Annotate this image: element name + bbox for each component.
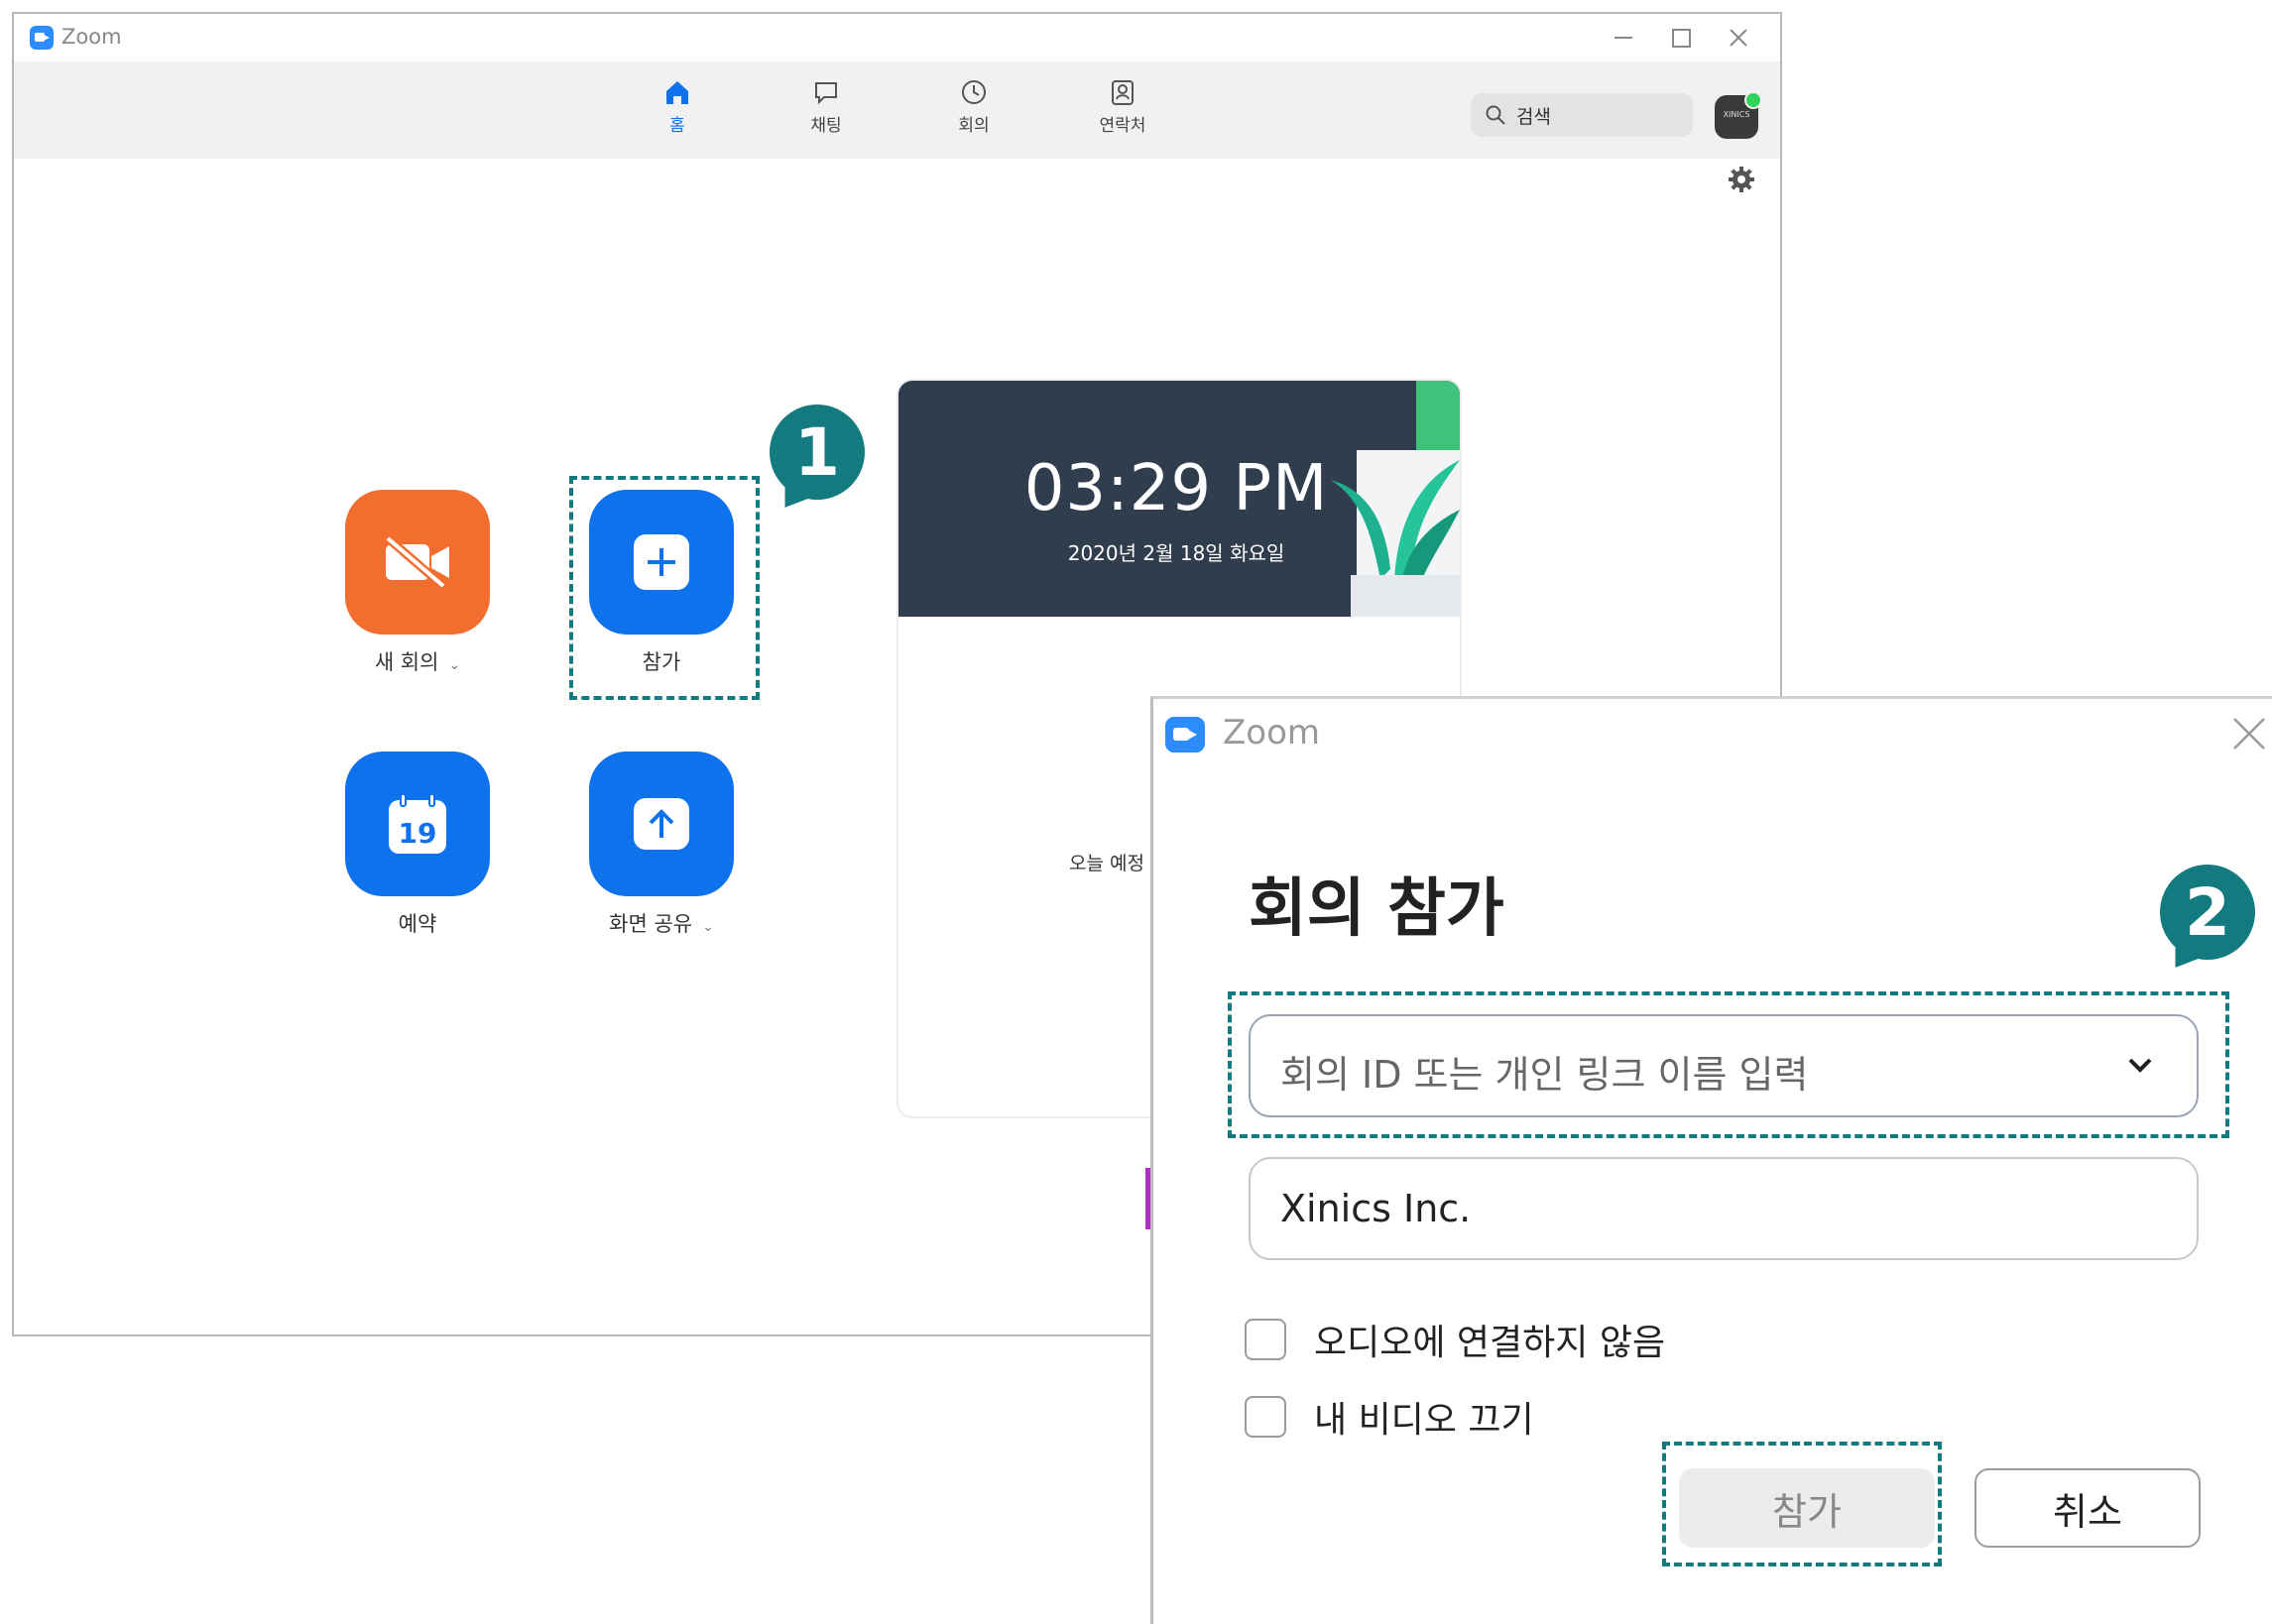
today-schedule-note: 오늘 예정	[1069, 853, 1144, 874]
new-meeting-label: 새 회의 ⌄	[308, 646, 527, 676]
home-icon	[666, 81, 688, 104]
step-1-highlight	[569, 476, 760, 700]
tab-contacts[interactable]: 연락처	[1078, 77, 1167, 136]
new-meeting-text: 새 회의	[374, 650, 439, 674]
minimize-button[interactable]	[1596, 20, 1651, 56]
close-button[interactable]	[1711, 20, 1766, 56]
step-2-highlight	[1228, 991, 2229, 1138]
maximize-button[interactable]	[1653, 20, 1709, 56]
share-screen-label: 화면 공유 ⌄	[552, 908, 771, 938]
calendar-day: 19	[399, 817, 437, 850]
chat-icon	[815, 82, 837, 105]
no-audio-label: 오디오에 연결하지 않음	[1314, 1323, 1666, 1363]
close-icon	[1730, 29, 1747, 47]
top-nav: 홈 채팅 회의 연락처 검색 XINICS	[14, 61, 1780, 159]
close-icon[interactable]	[2226, 711, 2272, 756]
tab-meetings-label: 회의	[958, 116, 990, 136]
step-1-badge: 1	[770, 405, 865, 500]
title-bar: Zoom	[14, 14, 1780, 61]
chevron-down-icon[interactable]: ⌄	[448, 657, 460, 673]
maximize-icon	[1671, 28, 1691, 48]
contacts-icon	[1112, 80, 1134, 105]
search-icon	[1486, 105, 1505, 125]
tab-chat[interactable]: 채팅	[781, 77, 871, 136]
avatar-text: XINICS	[1723, 110, 1750, 119]
share-screen-button[interactable]	[589, 752, 734, 896]
share-screen-text: 화면 공유	[609, 912, 693, 936]
video-off-option[interactable]: 내 비디오 끄기	[1245, 1391, 1534, 1443]
tab-contacts-label: 연락처	[1099, 116, 1146, 136]
zoom-logo-icon	[1165, 717, 1205, 753]
share-up-arrow-icon	[634, 798, 689, 850]
video-off-label: 내 비디오 끄기	[1314, 1400, 1534, 1441]
clock-date: 2020년 2월 18일 화요일	[1067, 541, 1285, 565]
search-placeholder: 검색	[1516, 106, 1551, 128]
step-2-badge: 2	[2160, 865, 2255, 960]
clock-banner: 03:29 PM 2020년 2월 18일 화요일	[898, 381, 1460, 617]
dialog-title: Zoom	[1223, 713, 1321, 753]
cancel-button[interactable]: 취소	[1974, 1468, 2201, 1548]
join-button-highlight	[1662, 1442, 1942, 1566]
zoom-logo-icon	[30, 26, 54, 50]
chevron-down-icon[interactable]: ⌄	[702, 919, 714, 935]
clock-time: 03:29 PM	[1023, 452, 1329, 525]
no-audio-option[interactable]: 오디오에 연결하지 않음	[1245, 1314, 1665, 1365]
online-status-dot	[1744, 91, 1762, 109]
schedule-button[interactable]: 19	[345, 752, 490, 896]
tab-home-label: 홈	[669, 116, 685, 136]
display-name-value: Xinics Inc.	[1280, 1187, 1472, 1230]
tab-home[interactable]: 홈	[633, 77, 722, 136]
display-name-input[interactable]: Xinics Inc.	[1249, 1157, 2199, 1260]
schedule-label: 예약	[398, 912, 437, 936]
video-off-icon	[383, 532, 449, 592]
tab-chat-label: 채팅	[810, 116, 842, 136]
minimize-icon	[1614, 37, 1632, 39]
avatar[interactable]: XINICS	[1715, 91, 1762, 139]
search-input[interactable]: 검색	[1471, 93, 1693, 137]
no-audio-checkbox[interactable]	[1245, 1319, 1286, 1360]
clock-icon	[962, 80, 986, 104]
new-meeting-button[interactable]	[345, 490, 490, 635]
video-off-checkbox[interactable]	[1245, 1396, 1286, 1438]
dialog-heading: 회의 참가	[1249, 872, 1504, 946]
gear-icon[interactable]	[1727, 165, 1756, 194]
window-title: Zoom	[61, 25, 122, 49]
tab-meetings[interactable]: 회의	[929, 77, 1018, 136]
calendar-icon: 19	[389, 793, 446, 854]
